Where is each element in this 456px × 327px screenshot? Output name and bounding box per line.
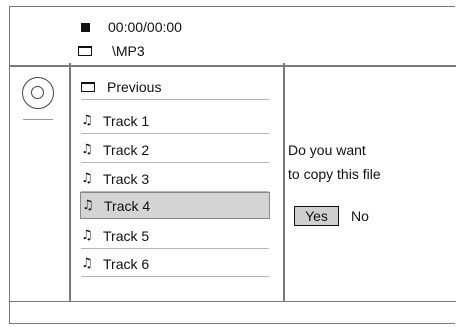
list-item-label: Track 2 bbox=[103, 141, 150, 158]
list-item-track-selected[interactable]: ♫ Track 4 bbox=[80, 192, 270, 219]
time-row: 00:00/00:00 bbox=[81, 19, 182, 35]
footer-divider bbox=[10, 301, 456, 302]
current-path: \MP3 bbox=[112, 43, 145, 59]
list-item-track[interactable]: ♫ Track 1 bbox=[81, 108, 269, 134]
yes-button[interactable]: Yes bbox=[294, 206, 339, 226]
list-item-track[interactable]: ♫ Track 3 bbox=[81, 166, 269, 192]
list-item-label: Track 4 bbox=[104, 197, 151, 214]
no-button[interactable]: No bbox=[351, 208, 369, 224]
path-row: \MP3 bbox=[78, 43, 145, 59]
folder-icon bbox=[78, 46, 92, 56]
file-list: Previous ♫ Track 1 ♫ Track 2 ♫ Track 3 ♫… bbox=[69, 63, 285, 301]
time-display: 00:00/00:00 bbox=[108, 19, 182, 35]
stop-icon bbox=[81, 22, 90, 32]
music-note-icon: ♫ bbox=[81, 113, 93, 128]
disc-column bbox=[9, 63, 70, 301]
list-item-track[interactable]: ♫ Track 5 bbox=[81, 223, 269, 249]
music-note-icon: ♫ bbox=[81, 171, 93, 186]
list-item-label: Track 1 bbox=[103, 112, 150, 129]
list-item-label: Track 3 bbox=[103, 170, 150, 187]
dialog-message-line1: Do you want bbox=[288, 142, 366, 158]
list-item-label: Previous bbox=[107, 78, 162, 95]
list-item-track[interactable]: ♫ Track 2 bbox=[81, 137, 269, 163]
list-item-label: Track 5 bbox=[103, 227, 150, 244]
disc-underline bbox=[23, 119, 53, 120]
list-item-previous[interactable]: Previous bbox=[81, 74, 269, 100]
list-item-label: Track 6 bbox=[103, 255, 150, 272]
folder-icon bbox=[81, 81, 95, 92]
music-note-icon: ♫ bbox=[81, 256, 93, 271]
dialog-message-line2: to copy this file bbox=[288, 166, 381, 182]
copy-dialog: Do you want to copy this file Yes No bbox=[288, 63, 455, 301]
list-item-track[interactable]: ♫ Track 6 bbox=[81, 251, 269, 277]
music-note-icon: ♫ bbox=[81, 142, 93, 157]
disc-icon[interactable] bbox=[22, 77, 54, 109]
music-note-icon: ♫ bbox=[81, 228, 93, 243]
music-note-icon: ♫ bbox=[82, 198, 94, 213]
